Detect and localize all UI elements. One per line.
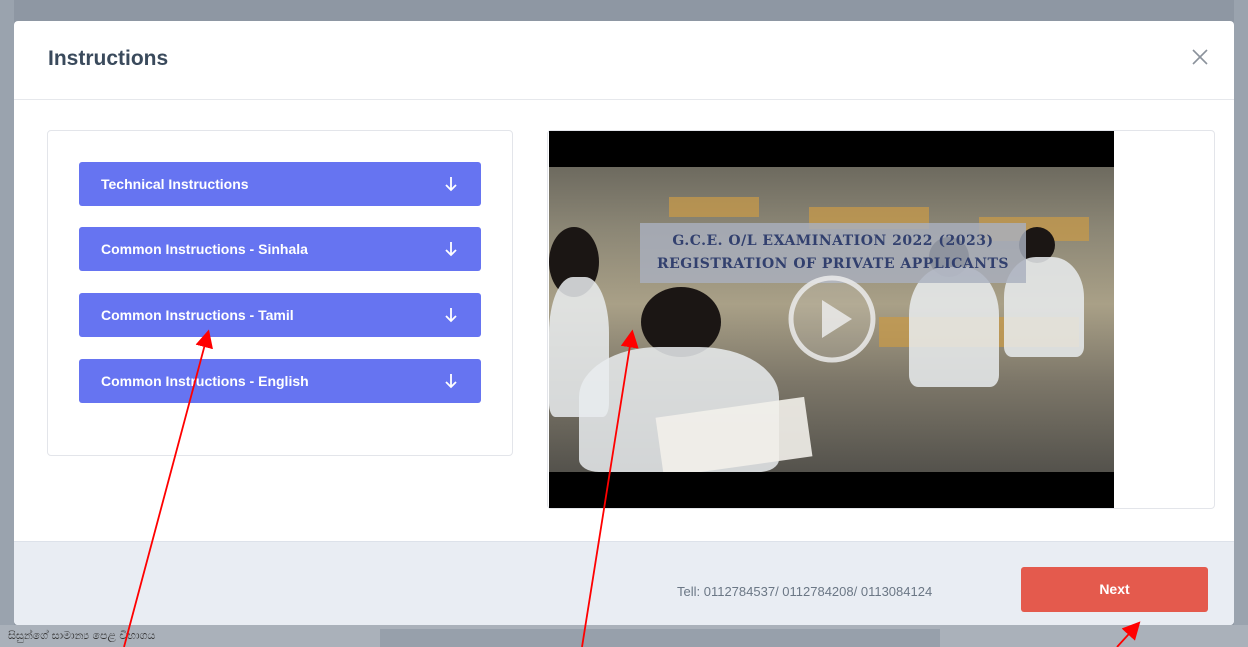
accordion-label: Common Instructions - English: [101, 373, 309, 389]
common-instructions-tamil-button[interactable]: Common Instructions - Tamil: [79, 293, 481, 337]
instructions-accordion: Technical Instructions Common Instructio…: [47, 130, 513, 456]
technical-instructions-button[interactable]: Technical Instructions: [79, 162, 481, 206]
video-title-line2: REGISTRATION OF PRIVATE APPLICANTS: [656, 256, 1010, 272]
contact-telephone: Tell: 0112784537/ 0112784208/ 0113084124: [677, 584, 933, 599]
accordion-label: Technical Instructions: [101, 176, 249, 192]
close-button[interactable]: [1186, 43, 1214, 71]
arrow-down-icon: [445, 308, 457, 323]
background-bottom-bar: සිසුන්ගේ සාමාන්‍ය පෙළ විභාගය: [0, 625, 1248, 647]
arrow-down-icon: [445, 177, 457, 192]
modal-footer: Tell: 0112784537/ 0112784208/ 0113084124…: [14, 541, 1234, 625]
common-instructions-english-button[interactable]: Common Instructions - English: [79, 359, 481, 403]
arrow-down-icon: [445, 374, 457, 389]
background-right-strip: [1234, 0, 1248, 647]
instructions-modal: Instructions Technical Instructions Comm…: [14, 21, 1234, 625]
modal-title: Instructions: [48, 47, 169, 70]
background-left-strip: [0, 0, 14, 647]
accordion-label: Common Instructions - Tamil: [101, 307, 294, 323]
close-icon: [1192, 49, 1208, 65]
instruction-video[interactable]: G.C.E. O/L EXAMINATION 2022 (2023) REGIS…: [549, 131, 1114, 508]
background-bottom-text: සිසුන්ගේ සාමාන්‍ය පෙළ විභාගය: [8, 629, 156, 642]
video-title-line1: G.C.E. O/L EXAMINATION 2022 (2023): [672, 233, 994, 249]
play-icon[interactable]: [786, 273, 878, 365]
background-bottom-block: [380, 629, 940, 647]
accordion-label: Common Instructions - Sinhala: [101, 241, 308, 257]
common-instructions-sinhala-button[interactable]: Common Instructions - Sinhala: [79, 227, 481, 271]
video-card: G.C.E. O/L EXAMINATION 2022 (2023) REGIS…: [547, 130, 1215, 509]
arrow-down-icon: [445, 242, 457, 257]
modal-header: Instructions: [14, 21, 1234, 100]
next-button[interactable]: Next: [1021, 567, 1208, 612]
